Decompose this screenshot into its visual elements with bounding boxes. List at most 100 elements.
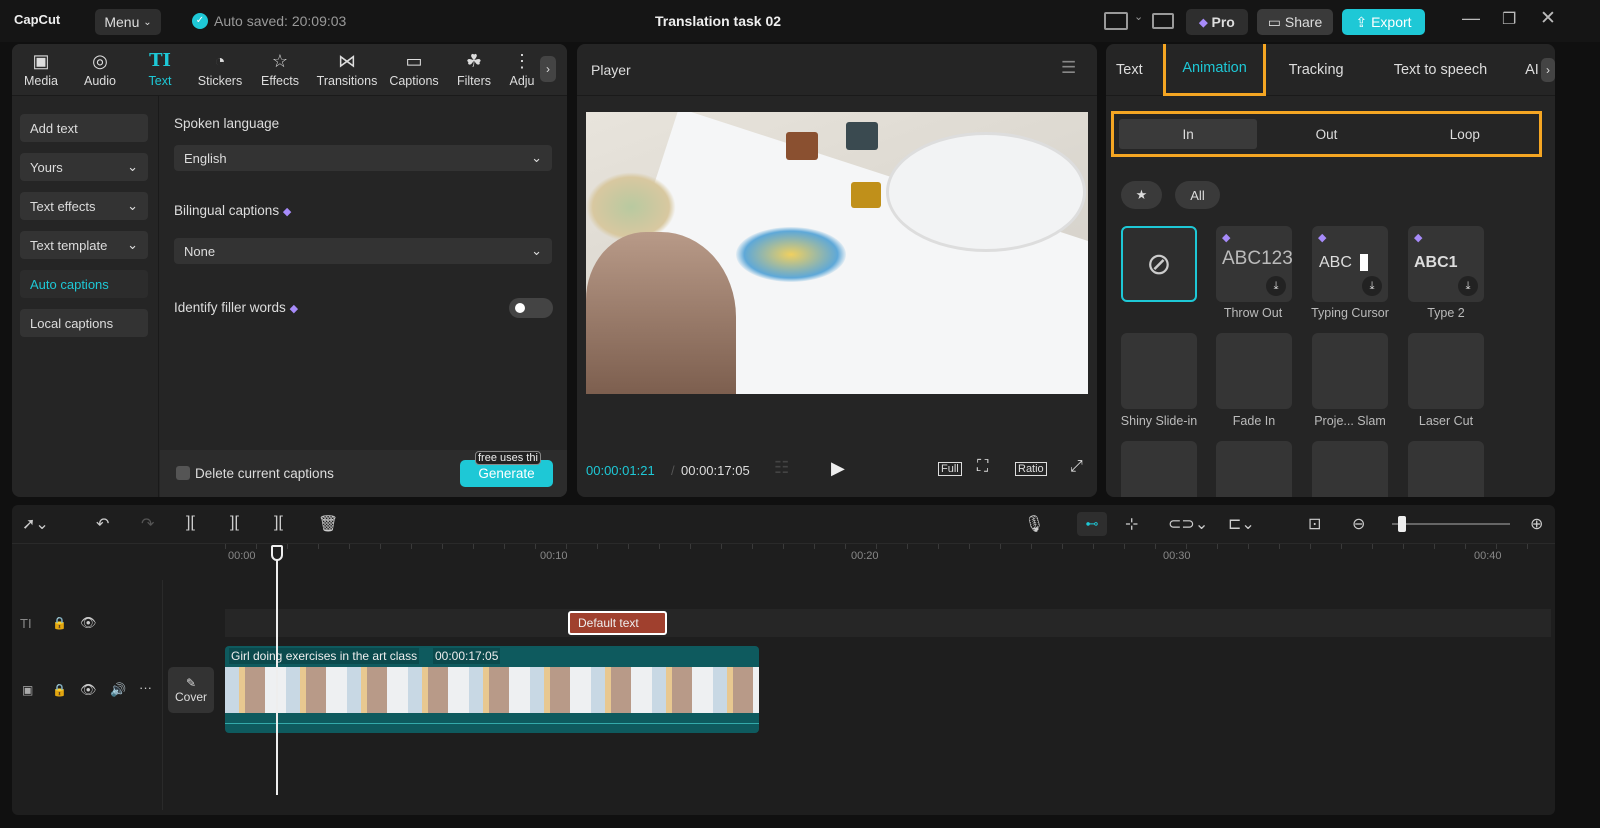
all-filter-button[interactable]: All — [1175, 181, 1220, 209]
zoom-slider-handle[interactable] — [1398, 516, 1406, 532]
spoken-language-select[interactable]: English ⌄ — [174, 145, 552, 171]
zoom-in-icon[interactable]: ⊕ — [1530, 514, 1543, 534]
tab-animation[interactable]: Animation — [1162, 44, 1267, 96]
animation-throw-out[interactable]: ◆ ABC123 ⤓ — [1216, 226, 1293, 302]
fullscreen-icon[interactable]: ⤢ — [1070, 458, 1083, 476]
zoom-out-icon[interactable]: ⊖ — [1352, 514, 1365, 534]
zoom-fit-icon[interactable]: ⛶ — [977, 458, 988, 476]
transitions-icon: ⋈ — [338, 51, 356, 71]
playhead-handle[interactable] — [271, 545, 283, 561]
clip-title: Girl doing exercises in the art class — [229, 648, 420, 664]
animation-type-2[interactable]: ◆ ABC1 ⤓ — [1408, 226, 1484, 302]
zoom-slider[interactable] — [1392, 516, 1510, 532]
tab-filters[interactable]: ☘ Filters — [444, 44, 504, 95]
sidebar-item-text-template[interactable]: Text template ⌄ — [20, 231, 148, 259]
animation-typing-cursor[interactable]: ◆ ABC ⤓ — [1312, 226, 1388, 302]
volume-icon[interactable]: 🔊 — [110, 682, 126, 698]
sidebar-item-text-effects[interactable]: Text effects ⌄ — [20, 192, 148, 220]
zoom-fit-timeline-icon[interactable]: ⊡ — [1308, 514, 1321, 534]
animation-laser-cut[interactable] — [1408, 333, 1484, 409]
filters-icon: ☘ — [465, 51, 483, 71]
microphone-icon[interactable]: 🎙 — [1024, 514, 1044, 534]
favorites-filter-button[interactable]: ★ — [1121, 181, 1162, 209]
ratio-button[interactable]: Ratio — [1015, 462, 1047, 476]
split-left-icon[interactable]: ][ — [230, 514, 239, 532]
full-quality-button[interactable]: Full — [938, 462, 962, 476]
download-icon[interactable]: ⤓ — [1266, 276, 1286, 296]
delete-captions-checkbox[interactable] — [176, 466, 190, 480]
animation-tile[interactable] — [1312, 441, 1388, 497]
tab-ai[interactable]: AI — [1515, 44, 1541, 95]
sidebar-item-add-text[interactable]: Add text — [20, 114, 148, 142]
more-icon[interactable]: ··· — [139, 680, 152, 695]
chevron-down-icon[interactable]: ⌄ — [1134, 10, 1143, 23]
close-icon[interactable]: ✕ — [1540, 7, 1556, 30]
animation-shiny-slide-in[interactable] — [1121, 333, 1197, 409]
tab-tracking[interactable]: Tracking — [1266, 44, 1366, 95]
left-panel: ▣ Media ◎ Audio TI Text ◔ Stickers ☆ Effects … — [12, 44, 567, 497]
layout-icon[interactable] — [1104, 12, 1128, 30]
snap-icon[interactable]: ⊏⌄ — [1228, 514, 1255, 534]
tab-text[interactable]: Text — [1106, 44, 1163, 95]
tab-text[interactable]: TI Text — [130, 44, 190, 95]
animation-tile[interactable] — [1216, 441, 1292, 497]
playhead[interactable] — [276, 560, 278, 795]
redo-icon[interactable]: ↷ — [141, 514, 154, 534]
chevron-down-icon: ⌄ — [127, 198, 138, 213]
bilingual-captions-select[interactable]: None ⌄ — [174, 238, 552, 264]
tab-stickers[interactable]: ◔ Stickers — [190, 44, 250, 95]
preview-axis-icon[interactable]: ⊹ — [1125, 514, 1138, 534]
export-button[interactable]: ⇪ Export — [1342, 9, 1425, 35]
animation-tile[interactable] — [1408, 441, 1484, 497]
sidebar-item-auto-captions[interactable]: Auto captions — [20, 270, 148, 298]
undo-icon[interactable]: ↶ — [96, 514, 109, 534]
eye-icon[interactable]: 👁 — [80, 615, 97, 631]
animation-projector-slam[interactable] — [1312, 333, 1388, 409]
animation-tile[interactable] — [1121, 441, 1197, 497]
tab-adjust[interactable]: ⋮ Adju — [504, 44, 540, 95]
pro-button[interactable]: ◆ Pro — [1186, 9, 1248, 35]
eye-icon[interactable]: 👁 — [80, 682, 97, 698]
subtab-loop[interactable]: Loop — [1396, 119, 1534, 149]
sidebar-item-local-captions[interactable]: Local captions — [20, 309, 148, 337]
select-value: None — [184, 243, 216, 259]
subtab-out[interactable]: Out — [1257, 119, 1395, 149]
tab-audio[interactable]: ◎ Audio — [70, 44, 130, 95]
tabs-scroll-right-button[interactable]: › — [1541, 58, 1555, 82]
tab-transitions[interactable]: ⋈ Transitions — [310, 44, 384, 95]
maximize-icon[interactable]: ❐ — [1502, 9, 1516, 29]
text-clip[interactable]: Default text — [568, 611, 667, 635]
tab-captions[interactable]: ▭ Captions — [384, 44, 444, 95]
video-clip[interactable]: Girl doing exercises in the art class 00… — [225, 646, 759, 733]
animation-name: Throw Out — [1223, 306, 1283, 320]
tabs-scroll-right-button[interactable]: › — [540, 56, 556, 82]
tab-effects[interactable]: ☆ Effects — [250, 44, 310, 95]
cover-button[interactable]: ✎ Cover — [168, 667, 214, 713]
play-icon[interactable]: ▶ — [831, 458, 845, 479]
hamburger-menu-icon[interactable]: ☰ — [1061, 58, 1076, 78]
minimize-icon[interactable]: — — [1462, 8, 1480, 29]
video-preview[interactable] — [586, 112, 1088, 394]
download-icon[interactable]: ⤓ — [1362, 276, 1382, 296]
subtitle-icon[interactable] — [1152, 13, 1174, 29]
tab-media[interactable]: ▣ Media — [12, 44, 70, 95]
split-icon[interactable]: ][ — [186, 514, 195, 532]
select-tool-icon[interactable]: ➚⌄ — [22, 514, 49, 534]
link-icon[interactable]: ⊂⊃⌄ — [1168, 514, 1208, 534]
magnet-link-icon[interactable]: ⊷ — [1077, 512, 1107, 536]
sidebar-item-yours[interactable]: Yours ⌄ — [20, 153, 148, 181]
delete-icon[interactable]: 🗑 — [318, 514, 338, 534]
tab-text-to-speech[interactable]: Text to speech — [1366, 44, 1515, 95]
lock-icon[interactable]: 🔒 — [52, 683, 67, 697]
split-right-icon[interactable]: ][ — [274, 514, 283, 532]
select-value: English — [184, 150, 227, 166]
share-button[interactable]: ▭ Share — [1257, 9, 1333, 35]
filler-words-toggle[interactable] — [509, 298, 553, 318]
animation-fade-in[interactable] — [1216, 333, 1292, 409]
animation-none[interactable]: ⊘ — [1121, 226, 1197, 302]
subtab-label: Loop — [1449, 126, 1480, 142]
lock-icon[interactable]: 🔒 — [52, 616, 67, 630]
download-icon[interactable]: ⤓ — [1458, 276, 1478, 296]
timeline-grid-icon[interactable]: ☷ — [774, 458, 789, 478]
subtab-in[interactable]: In — [1119, 119, 1258, 149]
